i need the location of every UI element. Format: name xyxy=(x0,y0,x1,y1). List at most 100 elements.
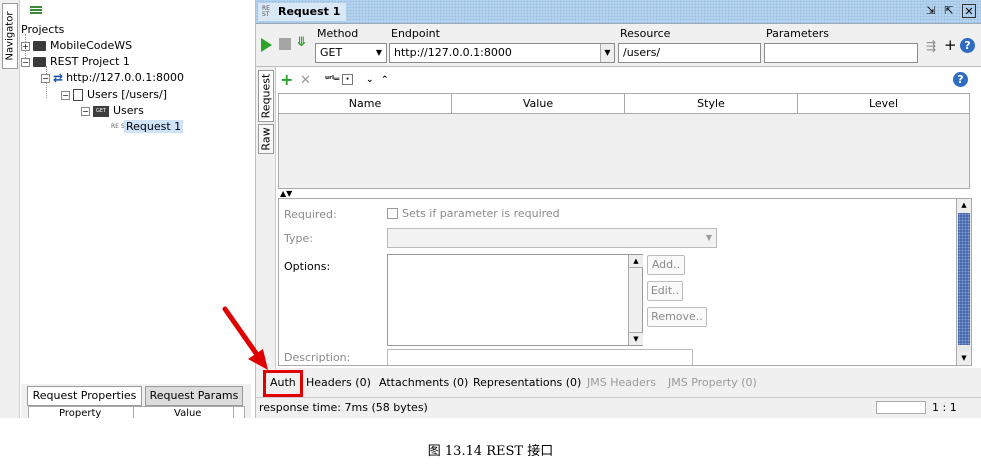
scroll-down-icon[interactable]: ▼ xyxy=(629,332,643,345)
add-option-button[interactable]: Add.. xyxy=(647,255,685,275)
tree-item-label: Request 1 xyxy=(124,120,184,133)
url-encode-icon[interactable]: ᵘʳˡ═ xyxy=(325,75,339,85)
response-time: response time: 7ms (58 bytes) xyxy=(259,401,428,414)
tree-item-rest-project[interactable]: − REST Project 1 xyxy=(21,54,130,70)
navigator-tab-label: Navigator xyxy=(4,11,16,61)
request-bottom-tabs: Auth Headers (0) Attachments (0) Represe… xyxy=(256,369,981,397)
tree-item-label: http://127.0.0.1:8000 xyxy=(66,71,184,84)
delete-param-icon[interactable]: ✕ xyxy=(300,73,311,88)
clear-icon[interactable]: · xyxy=(342,74,353,85)
maximize-icon[interactable]: ⇱ xyxy=(942,4,956,18)
column-style[interactable]: Style xyxy=(625,94,798,113)
params-table-header: Name Value Style Level xyxy=(279,94,969,114)
tab-jms-property: JMS Property (0) xyxy=(668,376,757,389)
navigator-strip: Navigator xyxy=(0,0,20,418)
tab-jms-headers: JMS Headers xyxy=(587,376,656,389)
move-down-icon[interactable]: ⌄ xyxy=(366,75,374,85)
service-arrows-icon: ⇄ xyxy=(53,71,64,85)
create-testcase-icon[interactable]: ⤋ xyxy=(296,35,307,50)
required-label: Required: xyxy=(284,208,337,221)
chevron-down-icon: ▼ xyxy=(600,44,614,62)
tree-item-label: Users xyxy=(113,104,144,117)
column-value[interactable]: Value xyxy=(452,94,625,113)
figure-caption: 图 13.14 REST 接口 xyxy=(427,444,554,459)
collapse-icon[interactable]: − xyxy=(41,73,50,83)
expand-icon[interactable]: + xyxy=(21,41,30,51)
rest-request-icon: RE ST xyxy=(262,5,270,18)
tab-representations[interactable]: Representations (0) xyxy=(473,376,581,389)
column-divider xyxy=(233,407,234,418)
scroll-down-icon[interactable]: ▼ xyxy=(957,352,971,365)
project-icon xyxy=(33,41,46,51)
tab-label: Request xyxy=(259,73,273,119)
description-label: Description: xyxy=(284,351,351,364)
tab-label: Request Params xyxy=(149,389,239,402)
remove-option-button[interactable]: Remove.. xyxy=(647,307,707,327)
column-level[interactable]: Level xyxy=(798,94,969,113)
tree-item-request[interactable]: RE STRequest 1 xyxy=(111,119,184,135)
tab-raw[interactable]: Raw xyxy=(258,124,274,154)
tab-request-params[interactable]: Request Params xyxy=(145,386,243,406)
column-divider xyxy=(133,407,134,418)
type-select[interactable]: ▼ xyxy=(387,228,717,248)
list-view-icon[interactable] xyxy=(30,6,42,8)
project-tree: Projects + MobileCodeWS − REST Project 1 −… xyxy=(21,0,251,384)
tree-toolbar xyxy=(21,0,251,20)
annotation-arrow-icon xyxy=(222,306,268,370)
options-list[interactable]: ▲ ▼ xyxy=(387,254,643,346)
add-icon[interactable]: + xyxy=(944,36,957,54)
tab-headers[interactable]: Headers (0) xyxy=(306,376,371,389)
tab-request-properties[interactable]: Request Properties xyxy=(27,386,142,406)
detach-icon[interactable]: ⇲ xyxy=(924,4,938,18)
properties-panel: Request Properties Request Params Proper… xyxy=(21,384,251,418)
collapse-icon[interactable]: − xyxy=(61,90,70,100)
tab-request[interactable]: Request xyxy=(258,70,274,122)
tab-attachments[interactable]: Attachments (0) xyxy=(379,376,468,389)
endpoint-label: Endpoint xyxy=(391,27,440,40)
run-icon[interactable] xyxy=(261,38,272,52)
column-name[interactable]: Name xyxy=(279,94,452,113)
params-table: Name Value Style Level xyxy=(278,93,970,189)
tree-item-label: MobileCodeWS xyxy=(50,39,133,52)
endpoint-value: http://127.0.0.1:8000 xyxy=(394,46,512,59)
chevron-down-icon: ▼ xyxy=(375,48,383,57)
close-icon[interactable]: ✕ xyxy=(962,4,976,18)
request-editor: Request Raw + ✕ ᵘʳˡ═ · ⌄ ⌃ ? Name Value … xyxy=(256,66,981,369)
scroll-up-icon[interactable]: ▲ xyxy=(957,199,971,212)
navigator-tab[interactable]: Navigator xyxy=(2,3,18,69)
tree-item-resource[interactable]: − Users [/users/] xyxy=(61,87,167,103)
endpoint-select[interactable]: http://127.0.0.1:8000 ▼ xyxy=(389,43,615,63)
properties-table-header: Property Value xyxy=(28,406,245,418)
params-toolbar: + ✕ ᵘʳˡ═ · ⌄ ⌃ ? xyxy=(278,69,978,91)
stop-icon[interactable] xyxy=(279,38,291,50)
add-param-icon[interactable]: + xyxy=(280,70,293,89)
required-checkbox[interactable] xyxy=(387,208,398,219)
scroll-up-icon[interactable]: ▲ xyxy=(629,255,643,268)
tree-root[interactable]: Projects xyxy=(21,22,64,38)
resource-field[interactable]: /users/ xyxy=(618,43,761,63)
parameters-field[interactable] xyxy=(764,43,918,63)
move-up-icon[interactable]: ⌃ xyxy=(381,75,389,85)
project-icon xyxy=(33,57,46,67)
highlight-box xyxy=(263,370,303,397)
scrollbar-thumb[interactable] xyxy=(958,213,970,345)
pin-icon[interactable]: ⇶ xyxy=(926,39,936,53)
description-field[interactable] xyxy=(387,349,693,365)
help-icon[interactable]: ? xyxy=(960,38,975,53)
tree-item-mobilecodews[interactable]: + MobileCodeWS xyxy=(21,38,132,54)
edit-option-button[interactable]: Edit.. xyxy=(647,281,683,301)
collapse-icon[interactable]: − xyxy=(21,57,30,67)
request-window: RE ST Request 1 ⇲ ⇱ ✕ ⤋ Method GET ▼ Endp… xyxy=(255,0,981,418)
window-title: RE ST Request 1 xyxy=(258,3,347,21)
tree-item-service[interactable]: − ⇄ http://127.0.0.1:8000 xyxy=(41,70,184,86)
options-scrollbar[interactable]: ▲ ▼ xyxy=(628,255,643,345)
collapse-icon[interactable]: − xyxy=(81,106,90,116)
splitter-toggle-icon[interactable]: ▲▼ xyxy=(280,189,292,198)
resource-value: /users/ xyxy=(623,46,661,59)
method-label: Method xyxy=(317,27,359,40)
form-scrollbar[interactable]: ▲ ▼ xyxy=(956,198,972,366)
help-icon[interactable]: ? xyxy=(953,72,968,87)
window-titlebar[interactable]: RE ST Request 1 ⇲ ⇱ ✕ xyxy=(256,0,981,24)
method-select[interactable]: GET ▼ xyxy=(315,43,387,63)
tree-item-method[interactable]: − GET Users xyxy=(81,103,144,119)
